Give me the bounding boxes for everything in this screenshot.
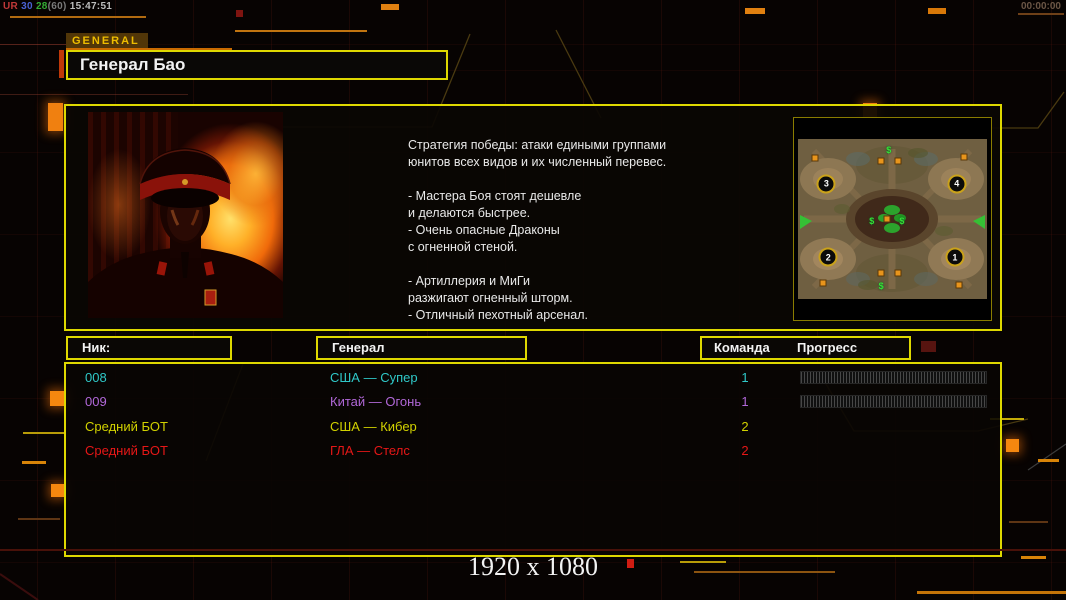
general-portrait bbox=[88, 112, 283, 318]
tech-building-marker bbox=[811, 154, 819, 162]
player-nick: Средний БОТ bbox=[85, 418, 168, 434]
debug-segment: 30 bbox=[18, 1, 33, 12]
decor-square bbox=[51, 484, 64, 497]
decor-square bbox=[50, 391, 65, 406]
money-marker: $ bbox=[869, 215, 875, 226]
player-general: ГЛА — Стелс bbox=[330, 443, 410, 459]
header-nick: Ник: bbox=[66, 336, 232, 360]
player-general: США — Супер bbox=[330, 370, 418, 385]
decor-bar bbox=[381, 4, 399, 10]
tech-building-marker bbox=[819, 279, 827, 287]
player-team: 2 bbox=[741, 418, 749, 434]
header-team: Команда bbox=[714, 340, 770, 355]
decor-square bbox=[1006, 439, 1019, 452]
decor-line bbox=[917, 591, 1066, 594]
player-rows: 008 США — Супер 1 009 Китай — Огонь 1 Ср… bbox=[66, 366, 1000, 464]
start-position-marker: 3 bbox=[816, 174, 836, 194]
minimap-terrain bbox=[798, 139, 987, 299]
decor-square bbox=[921, 341, 936, 352]
player-team: 1 bbox=[741, 370, 749, 385]
tech-building-marker bbox=[955, 281, 963, 289]
header-team-progress: Команда Прогресс bbox=[700, 336, 911, 360]
minimap-area: 1 2 3 4 $ $ $ $ bbox=[798, 139, 987, 299]
money-marker: $ bbox=[899, 215, 905, 226]
bottom-divider bbox=[0, 549, 1066, 551]
player-general: США — Кибер bbox=[330, 418, 417, 434]
money-marker: $ bbox=[878, 281, 884, 292]
decor-line bbox=[1009, 521, 1048, 523]
player-progress-bar bbox=[800, 395, 987, 409]
player-general: Китай — Огонь bbox=[330, 394, 422, 410]
decor-bar bbox=[745, 8, 765, 14]
decor-bar bbox=[59, 50, 64, 78]
decor-line bbox=[1038, 459, 1059, 462]
player-progress-bar bbox=[800, 371, 987, 384]
start-position-marker: 2 bbox=[818, 247, 838, 267]
tech-building-marker bbox=[883, 215, 891, 223]
strategy-text: Стратегия победы: атаки едиными группами… bbox=[408, 138, 667, 322]
player-team: 2 bbox=[741, 443, 749, 459]
tech-building-marker bbox=[877, 269, 885, 277]
table-row: 008 США — Супер 1 bbox=[66, 366, 1000, 390]
match-timer: 00:00:00 bbox=[1020, 1, 1061, 12]
table-row: Средний БОТ ГЛА — Стелс 2 bbox=[66, 439, 1000, 463]
decor-line bbox=[23, 432, 64, 434]
minimap-panel: 1 2 3 4 $ $ $ $ bbox=[793, 117, 992, 321]
debug-segment: 15:47:51 bbox=[66, 1, 113, 12]
general-silhouette bbox=[88, 148, 283, 318]
loading-screen: UR 30 28(60) 15:47:51 00:00:00 GENERAL Г… bbox=[0, 0, 1066, 600]
debug-readout: UR 30 28(60) 15:47:51 bbox=[3, 1, 112, 12]
player-nick: 009 bbox=[85, 394, 107, 410]
decor-line bbox=[22, 461, 46, 464]
player-team: 1 bbox=[741, 394, 749, 410]
tech-building-marker bbox=[894, 157, 902, 165]
resolution-label: 1920 x 1080 bbox=[468, 552, 598, 581]
table-row: 009 Китай — Огонь 1 bbox=[66, 390, 1000, 414]
start-position-marker: 1 bbox=[945, 247, 965, 267]
tech-building-marker bbox=[877, 157, 885, 165]
money-marker: $ bbox=[886, 145, 892, 156]
header-general: Генерал bbox=[316, 336, 527, 360]
tech-building-marker bbox=[894, 269, 902, 277]
table-row: Средний БОТ США — Кибер 2 bbox=[66, 415, 1000, 439]
decor-line bbox=[0, 94, 188, 95]
decor-square bbox=[48, 103, 63, 131]
debug-segment: 28 bbox=[32, 1, 48, 12]
general-tab-label: GENERAL bbox=[66, 33, 148, 48]
decor-line bbox=[18, 518, 60, 520]
start-position-marker: 4 bbox=[947, 174, 967, 194]
player-nick: 008 bbox=[85, 370, 107, 385]
decor-bar bbox=[928, 8, 946, 14]
debug-segment: UR bbox=[3, 1, 19, 12]
player-nick: Средний БОТ bbox=[85, 443, 168, 459]
decor-square bbox=[236, 10, 243, 17]
decor-line bbox=[10, 16, 146, 18]
header-progress: Прогресс bbox=[797, 340, 858, 355]
debug-segment: (60) bbox=[47, 1, 67, 12]
general-title: Генерал Бао bbox=[66, 50, 448, 80]
decor-line bbox=[1018, 13, 1064, 15]
tech-building-marker bbox=[960, 153, 968, 161]
decor-line bbox=[235, 30, 367, 32]
